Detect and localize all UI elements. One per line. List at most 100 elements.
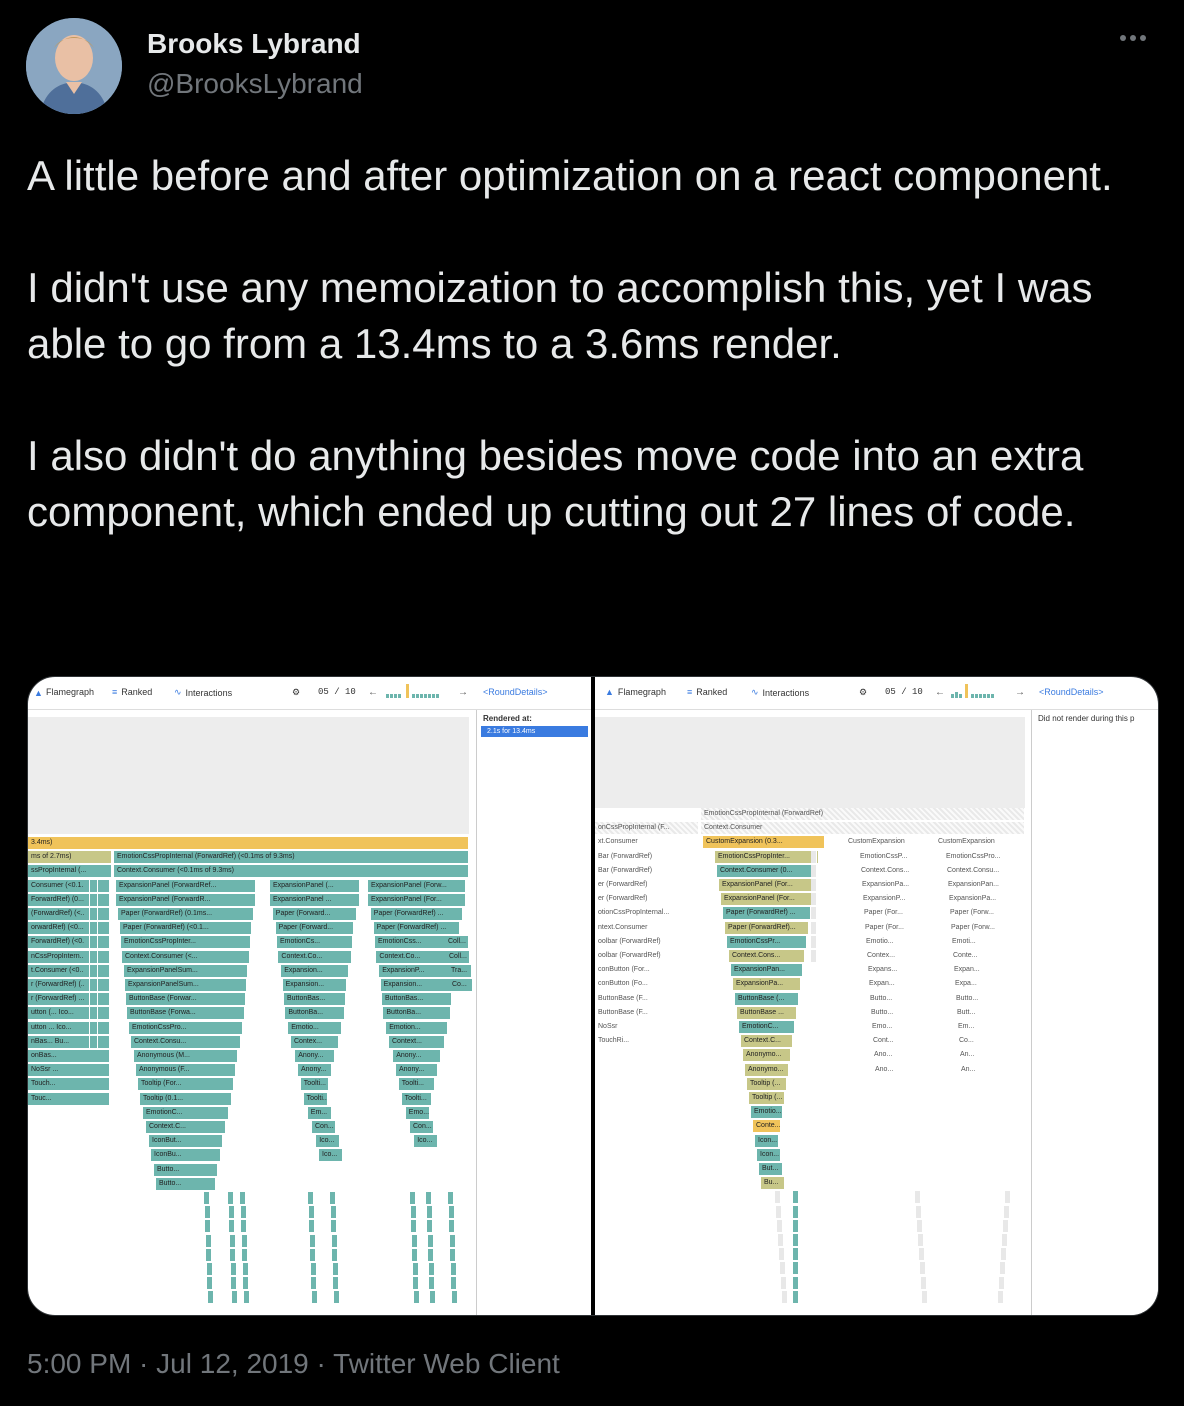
- commit-bar-chart[interactable]: [949, 684, 1011, 698]
- flame-bar[interactable]: Con...: [410, 1121, 434, 1133]
- flame-bar[interactable]: ExpansionPanel (For...: [721, 893, 813, 906]
- more-options-icon[interactable]: [1120, 28, 1160, 58]
- flame-bar[interactable]: oolbar (ForwardRef): [595, 935, 699, 948]
- flame-bar-stub[interactable]: [310, 1263, 317, 1275]
- flame-bar-stub[interactable]: [92, 879, 98, 892]
- flame-bar[interactable]: Paper (Forw...: [947, 907, 1015, 920]
- flame-bar[interactable]: EmotionCssPropInter...: [121, 936, 251, 949]
- flame-bar[interactable]: ms of 2.7ms): [28, 851, 112, 864]
- flame-bar[interactable]: ExpansionP...: [379, 964, 455, 977]
- flame-bar-stub[interactable]: [309, 1234, 316, 1247]
- flame-bar[interactable]: Paper (For...: [862, 921, 928, 934]
- flame-bar-stub[interactable]: [204, 1206, 211, 1219]
- flame-bar[interactable]: Touch...: [28, 1078, 110, 1091]
- flame-bar[interactable]: Bu...: [761, 1177, 785, 1190]
- flame-bar[interactable]: otionCssPropInternal...: [595, 907, 699, 920]
- flame-bar[interactable]: Paper (ForwardRef) ...: [723, 907, 811, 920]
- flame-bar[interactable]: Context.C...: [741, 1035, 793, 1048]
- flame-bar-stub[interactable]: [333, 1291, 340, 1304]
- flame-bar-stub[interactable]: [1000, 1262, 1006, 1275]
- flame-bar[interactable]: Butto...: [867, 992, 923, 1005]
- flame-bar-stub[interactable]: [811, 879, 817, 891]
- flame-bar[interactable]: Coll...: [446, 950, 470, 963]
- flame-bar[interactable]: ExpansionPanelSum...: [124, 964, 248, 977]
- flame-bar-stub[interactable]: [84, 1007, 90, 1020]
- flame-bar[interactable]: EmotionCssP...: [857, 850, 933, 863]
- flame-bar[interactable]: Anonymous (F...: [136, 1064, 236, 1077]
- flame-bar-stub[interactable]: [332, 1248, 338, 1261]
- flame-bar[interactable]: Conte...: [950, 950, 1012, 962]
- flame-bar-stub[interactable]: [308, 1206, 315, 1219]
- flame-bar[interactable]: ExpansionPanel (...: [270, 879, 360, 892]
- flame-bar[interactable]: Anony...: [396, 1064, 438, 1077]
- flame-bar-stub[interactable]: [92, 1035, 98, 1048]
- flame-bar-stub[interactable]: [241, 1234, 248, 1247]
- flame-bar[interactable]: Anonymo...: [745, 1063, 789, 1076]
- flame-bar[interactable]: Expansion...: [281, 964, 349, 977]
- flame-bar[interactable]: ExpansionPa...: [859, 879, 931, 891]
- flame-bar-stub[interactable]: [84, 908, 90, 920]
- flame-bar[interactable]: An...: [958, 1063, 1004, 1076]
- prev-commit-icon[interactable]: ←: [368, 687, 378, 698]
- flame-bar[interactable]: Emotio...: [288, 1021, 342, 1034]
- tweet-client[interactable]: Twitter Web Client: [333, 1348, 560, 1379]
- flame-bar[interactable]: ExpansionPanel ...: [270, 893, 360, 906]
- flame-bar[interactable]: conButton (For...: [595, 964, 699, 977]
- flame-bar[interactable]: Em...: [307, 1106, 332, 1119]
- flame-bar[interactable]: EmotionCssPropInternal (ForwardRef) (<0.…: [114, 851, 469, 864]
- tweet-media[interactable]: ▲ Flamegraph ≡ Ranked ∿ Interactions ⚙ 0…: [27, 676, 1159, 1316]
- flame-bar[interactable]: ExpansionPa...: [946, 893, 1016, 906]
- flame-bar-stub[interactable]: [778, 1234, 784, 1246]
- flame-bar[interactable]: ButtonBase ...: [737, 1006, 797, 1019]
- flame-bar-stub[interactable]: [241, 1220, 247, 1233]
- flame-bar-stub[interactable]: [207, 1291, 214, 1304]
- flame-bar-stub[interactable]: [413, 1291, 420, 1304]
- flame-bar-stub[interactable]: [230, 1263, 237, 1275]
- flame-bar[interactable]: Tooltip (...: [747, 1077, 787, 1090]
- flame-bar[interactable]: Context.Co...: [278, 950, 352, 963]
- flame-bar-stub[interactable]: [999, 1276, 1005, 1289]
- flame-bar[interactable]: CustomExpansion: [845, 836, 931, 849]
- flame-bar-stub[interactable]: [231, 1291, 238, 1304]
- flame-bar[interactable]: Butt...: [954, 1006, 1008, 1019]
- flame-bar[interactable]: Toolti...: [398, 1078, 436, 1091]
- flame-bar[interactable]: Butto...: [154, 1163, 218, 1176]
- flame-parent-band[interactable]: [595, 730, 1025, 744]
- flame-bar[interactable]: ButtonBase (F...: [595, 1006, 699, 1019]
- flame-bar-stub[interactable]: [427, 1234, 434, 1247]
- flame-bar-stub[interactable]: [426, 1192, 432, 1204]
- flame-parent-band[interactable]: [28, 717, 469, 731]
- flame-bar[interactable]: EmotionCs...: [277, 936, 353, 949]
- flame-bar-stub[interactable]: [240, 1206, 247, 1219]
- flame-bar-stub[interactable]: [451, 1277, 457, 1290]
- flame-bar[interactable]: Context.Cons...: [729, 950, 805, 962]
- flame-bar-stub[interactable]: [206, 1263, 213, 1275]
- next-commit-icon[interactable]: →: [458, 687, 468, 698]
- flame-bar[interactable]: Emo...: [869, 1021, 921, 1033]
- flame-bar-stub[interactable]: [811, 864, 817, 877]
- flame-bar-stub[interactable]: [782, 1290, 788, 1303]
- flame-bar-stub[interactable]: [92, 964, 98, 977]
- flame-bar[interactable]: EmotionCssPro...: [943, 850, 1019, 863]
- flame-bar-stub[interactable]: [92, 893, 98, 906]
- flame-bar[interactable]: Ano...: [871, 1049, 919, 1062]
- flame-bar[interactable]: Emotio...: [751, 1106, 783, 1119]
- flame-bar-stub[interactable]: [332, 1263, 339, 1275]
- flame-bar-stub[interactable]: [92, 1021, 98, 1034]
- flame-bar[interactable]: ssPropInternal (...: [28, 865, 112, 878]
- flame-bar-stub[interactable]: [916, 1205, 922, 1218]
- flame-bar-stub[interactable]: [311, 1291, 318, 1304]
- flame-bar[interactable]: Emo...: [405, 1106, 430, 1119]
- flame-bar[interactable]: Anonymo...: [743, 1049, 791, 1062]
- prev-commit-icon[interactable]: ←: [935, 687, 945, 698]
- flame-bar-stub[interactable]: [920, 1262, 926, 1275]
- flame-bar-stub[interactable]: [84, 879, 90, 892]
- flame-bar[interactable]: Paper (Forward...: [272, 908, 358, 920]
- flame-bar[interactable]: Context.Consu...: [131, 1035, 241, 1048]
- flame-bar[interactable]: Con...: [312, 1121, 336, 1133]
- flame-bar-stub[interactable]: [92, 922, 98, 935]
- flame-bar-stub[interactable]: [92, 979, 98, 991]
- flame-bar[interactable]: EmotionCssPropInternal (ForwardRef): [701, 808, 1025, 820]
- flame-bar[interactable]: Ano...: [872, 1063, 918, 1076]
- flame-bar-stub[interactable]: [410, 1206, 417, 1219]
